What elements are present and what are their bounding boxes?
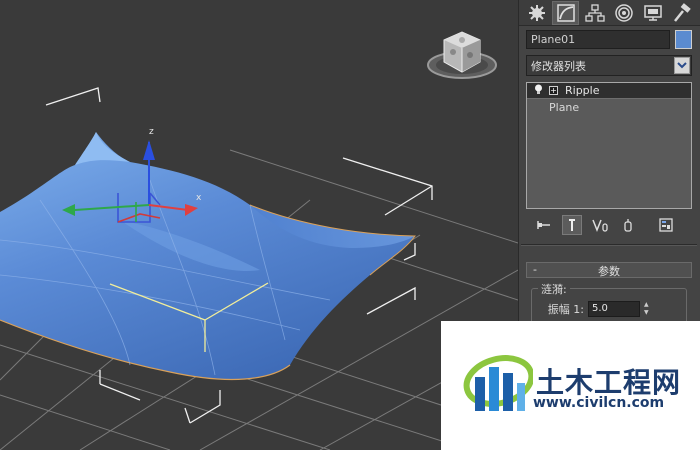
pin-stack-button[interactable] (534, 215, 554, 235)
remove-modifier-icon (624, 219, 632, 232)
star-burst-icon (528, 4, 545, 21)
group-label: 涟漪: (538, 281, 570, 297)
stack-item-plane[interactable]: Plane (527, 99, 691, 115)
axis-label-x: x (196, 193, 202, 203)
parameters-rollout-header[interactable]: - 参数 (526, 262, 692, 278)
create-tab[interactable] (523, 1, 550, 25)
command-panel-tabs (519, 0, 700, 26)
object-name-field[interactable]: Plane01 (526, 30, 670, 49)
make-unique-icon (592, 219, 608, 232)
end-result-icon (569, 219, 575, 231)
modifier-list-dropdown[interactable]: 修改器列表 (526, 55, 692, 76)
rollout-title: 参数 (598, 265, 620, 278)
watermark-url: www.civilcn.com (533, 395, 665, 411)
ripple-plane-mesh (0, 132, 416, 381)
amplitude-1-label: 振幅 1: (547, 303, 584, 316)
hammer-icon (673, 2, 691, 22)
hierarchy-tree-icon (584, 3, 605, 22)
amplitude-1-row: 振幅 1: 5.0 ▲ ▼ (542, 301, 653, 317)
lightbulb-icon[interactable] (531, 84, 545, 98)
civilcn-logo-icon (463, 355, 533, 411)
bend-curve-icon (556, 3, 575, 22)
show-end-result-button[interactable] (562, 215, 582, 235)
stack-item-label: Ripple (565, 84, 600, 97)
panel-divider (521, 244, 697, 246)
viewcube[interactable] (427, 31, 497, 79)
stack-toolbar (526, 214, 692, 236)
amplitude-1-spinner[interactable]: ▲ ▼ (644, 301, 653, 317)
configure-sets-button[interactable] (656, 215, 676, 235)
stack-item-label: Plane (549, 100, 580, 114)
remove-modifier-button[interactable] (618, 215, 638, 235)
pin-icon (537, 221, 550, 229)
modifier-list-label: 修改器列表 (531, 59, 586, 73)
amplitude-1-field[interactable]: 5.0 (588, 301, 640, 317)
chevron-down-icon[interactable] (674, 57, 690, 74)
modifier-stack: + Ripple Plane (526, 82, 692, 209)
configure-sets-icon (659, 218, 673, 232)
expand-plus-icon[interactable]: + (549, 86, 558, 95)
motion-circle-icon (614, 3, 633, 22)
monitor-icon (643, 4, 662, 21)
object-color-swatch[interactable] (675, 30, 692, 49)
axis-label-z: z (149, 127, 154, 137)
motion-tab[interactable] (610, 1, 637, 25)
hierarchy-tab[interactable] (581, 1, 608, 25)
modify-tab[interactable] (552, 0, 579, 25)
stack-item-ripple[interactable]: + Ripple (527, 83, 691, 99)
watermark-logo: 土木工程网 www.civilcn.com (441, 321, 700, 450)
make-unique-button[interactable] (590, 215, 610, 235)
display-tab[interactable] (639, 1, 666, 25)
utilities-tab[interactable] (668, 1, 695, 25)
